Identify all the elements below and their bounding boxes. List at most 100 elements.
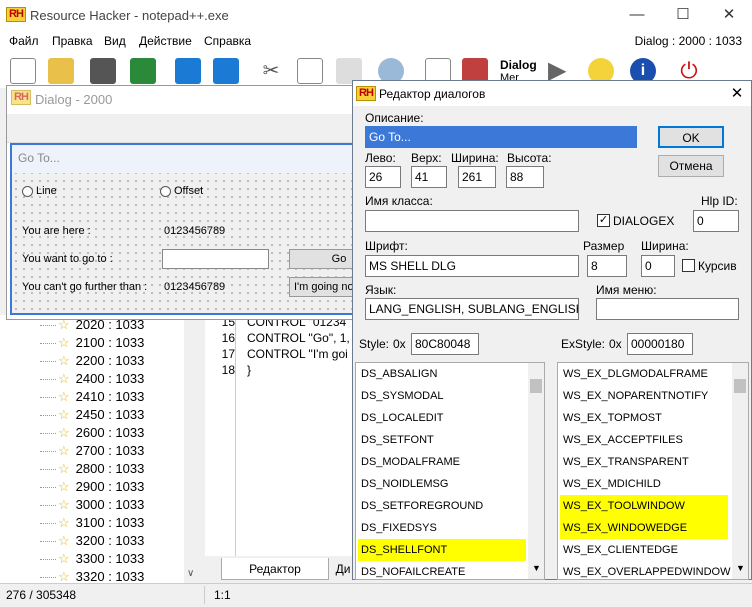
dialog-preview-window[interactable]: RH Dialog - 2000 Go To... Line Offset Yo… xyxy=(6,85,389,320)
exstyle-input[interactable]: 00000180 xyxy=(627,333,693,355)
style-list-item[interactable]: DS_FIXEDSYS xyxy=(358,517,526,539)
style-list-item[interactable]: WS_EX_TOPMOST xyxy=(560,407,728,429)
style-scroll-thumb[interactable] xyxy=(530,379,542,393)
style-list-item[interactable]: DS_ABSALIGN xyxy=(358,363,526,385)
tree-item-label: 2700 : 1033 xyxy=(75,443,145,458)
class-input[interactable] xyxy=(365,210,579,232)
style-input[interactable]: 80C80048 xyxy=(411,333,479,355)
ok-button[interactable]: OK xyxy=(658,126,724,148)
copy-icon[interactable] xyxy=(297,58,323,84)
tree-item-label: 3100 : 1033 xyxy=(75,515,145,530)
style-list-item[interactable]: WS_EX_CLIENTEDGE xyxy=(560,539,728,561)
new-icon[interactable] xyxy=(10,58,36,84)
resource-tree[interactable]: ☆ 2020 : 1033 ☆ 2100 : 1033 ☆ 2200 : 1033 ☆ 240… xyxy=(0,315,200,584)
replace-resource-icon[interactable] xyxy=(213,58,239,84)
tree-item[interactable]: ☆ 2700 : 1033 xyxy=(40,443,144,461)
style-list-item[interactable]: DS_SETFOREGROUND xyxy=(358,495,526,517)
star-icon: ☆ xyxy=(58,335,70,350)
size-input[interactable]: 8 xyxy=(587,255,627,277)
dialogex-checkbox[interactable]: ✓ xyxy=(597,214,610,227)
style-list-item[interactable]: WS_EX_OVERLAPPEDWINDOW xyxy=(560,561,730,583)
style-list-item[interactable]: DS_MODALFRAME xyxy=(358,451,526,473)
font-width-input[interactable]: 0 xyxy=(641,255,675,277)
tree-item[interactable]: ☆ 3200 : 1033 xyxy=(40,533,144,551)
style-list-item[interactable]: WS_EX_DLGMODALFRAME xyxy=(560,363,728,385)
dialog-merger-label[interactable]: Dialog xyxy=(500,58,537,72)
cancel-button[interactable]: Отмена xyxy=(658,155,724,177)
editor-title: Редактор диалогов xyxy=(379,87,486,101)
menu-edit[interactable]: Правка xyxy=(52,34,93,48)
height-input[interactable]: 88 xyxy=(506,166,544,188)
dialog-editor-window[interactable]: RH Редактор диалогов ✕ Описание: Go To..… xyxy=(352,80,752,580)
style-list-item[interactable]: WS_EX_ACCEPTFILES xyxy=(560,429,728,451)
open-icon[interactable] xyxy=(48,58,74,84)
tree-item[interactable]: ☆ 2100 : 1033 xyxy=(40,335,144,353)
editor-close-icon[interactable]: ✕ xyxy=(723,81,751,106)
style-list-item[interactable]: DS_SHELLFONT xyxy=(358,539,526,561)
style-list-item[interactable]: WS_EX_NOPARENTNOTIFY xyxy=(560,385,728,407)
italic-checkbox[interactable] xyxy=(682,259,695,272)
style-list-scrollbar[interactable]: ▼ xyxy=(528,363,544,579)
style-list-item[interactable]: DS_SYSMODAL xyxy=(358,385,526,407)
style-list-item[interactable]: DS_NOFAILCREATE xyxy=(358,561,526,583)
top-input[interactable]: 41 xyxy=(411,166,447,188)
save-icon[interactable] xyxy=(90,58,116,84)
code-editor[interactable]: 15 CONTROL "01234 16 CONTROL "Go", 1, 17 CONT… xyxy=(205,313,355,556)
cut-icon[interactable]: ✂ xyxy=(258,58,284,84)
tree-item[interactable]: ☆ 3000 : 1033 xyxy=(40,497,144,515)
tree-scrollbar[interactable]: ∨ xyxy=(184,315,200,583)
radio-line[interactable]: Line xyxy=(22,185,57,197)
tree-item[interactable]: ☆ 2400 : 1033 xyxy=(40,371,144,389)
code-line[interactable]: CONTROL "I'm goi xyxy=(247,347,348,361)
add-resource-icon[interactable] xyxy=(175,58,201,84)
dialog-canvas[interactable]: Go To... Line Offset You are here : 0123… xyxy=(10,143,389,315)
help-id-input[interactable]: 0 xyxy=(693,210,739,232)
font-input[interactable]: MS SHELL DLG xyxy=(365,255,579,277)
chevron-down-icon[interactable]: ∨ xyxy=(187,568,194,579)
width-input[interactable]: 261 xyxy=(458,166,496,188)
style-list-item[interactable]: WS_EX_MDICHILD xyxy=(560,473,728,495)
menu-help[interactable]: Справка xyxy=(204,34,251,48)
menu-action[interactable]: Действие xyxy=(139,34,192,48)
close-icon[interactable]: ✕ xyxy=(706,0,752,30)
menu-file[interactable]: Файл xyxy=(9,34,39,48)
chevron-down-icon[interactable]: ▼ xyxy=(736,563,745,573)
star-icon: ☆ xyxy=(58,461,70,476)
left-input[interactable]: 26 xyxy=(365,166,401,188)
tree-item[interactable]: ☆ 2600 : 1033 xyxy=(40,425,144,443)
tree-item[interactable]: ☆ 2410 : 1033 xyxy=(40,389,144,407)
exstyle-list[interactable]: WS_EX_DLGMODALFRAME WS_EX_NOPARENTNOTIFY W… xyxy=(557,362,749,580)
style-list-item[interactable]: DS_LOCALEDIT xyxy=(358,407,526,429)
star-icon: ☆ xyxy=(58,533,70,548)
tree-item[interactable]: ☆ 2450 : 1033 xyxy=(40,407,144,425)
language-input[interactable]: LANG_ENGLISH, SUBLANG_ENGLISH_US xyxy=(365,298,579,320)
style-list-item[interactable]: WS_EX_TOOLWINDOW xyxy=(560,495,728,517)
code-line[interactable]: } xyxy=(247,363,251,377)
style-list-item[interactable]: WS_EX_WINDOWEDGE xyxy=(560,517,728,539)
exstyle-list-scrollbar[interactable]: ▼ xyxy=(732,363,748,579)
tree-item[interactable]: ☆ 2800 : 1033 xyxy=(40,461,144,479)
code-line[interactable]: CONTROL "Go", 1, xyxy=(247,331,350,345)
menu-name-input[interactable] xyxy=(596,298,739,320)
star-icon: ☆ xyxy=(58,443,70,458)
limit-value: 0123456789 xyxy=(164,281,226,293)
save-as-icon[interactable] xyxy=(130,58,156,84)
tab-editor[interactable]: Редактор xyxy=(221,558,329,580)
tree-item-label: 2200 : 1033 xyxy=(75,353,145,368)
tree-item[interactable]: ☆ 2200 : 1033 xyxy=(40,353,144,371)
style-list[interactable]: DS_ABSALIGN DS_SYSMODAL DS_LOCALEDIT DS_SET… xyxy=(355,362,545,580)
tree-item[interactable]: ☆ 3300 : 1033 xyxy=(40,551,144,569)
tree-item[interactable]: ☆ 2900 : 1033 xyxy=(40,479,144,497)
tree-item[interactable]: ☆ 3100 : 1033 xyxy=(40,515,144,533)
exstyle-scroll-thumb[interactable] xyxy=(734,379,746,393)
style-list-item[interactable]: DS_SETFONT xyxy=(358,429,526,451)
menu-view[interactable]: Вид xyxy=(104,34,126,48)
style-list-item[interactable]: DS_NOIDLEMSG xyxy=(358,473,526,495)
chevron-down-icon[interactable]: ▼ xyxy=(532,563,541,573)
minimize-icon[interactable]: — xyxy=(614,0,660,30)
radio-offset[interactable]: Offset xyxy=(160,185,203,197)
style-list-item[interactable]: WS_EX_TRANSPARENT xyxy=(560,451,728,473)
caption-input[interactable]: Go To... xyxy=(365,126,637,148)
goto-input[interactable] xyxy=(162,249,269,269)
maximize-icon[interactable]: ☐ xyxy=(660,0,706,30)
